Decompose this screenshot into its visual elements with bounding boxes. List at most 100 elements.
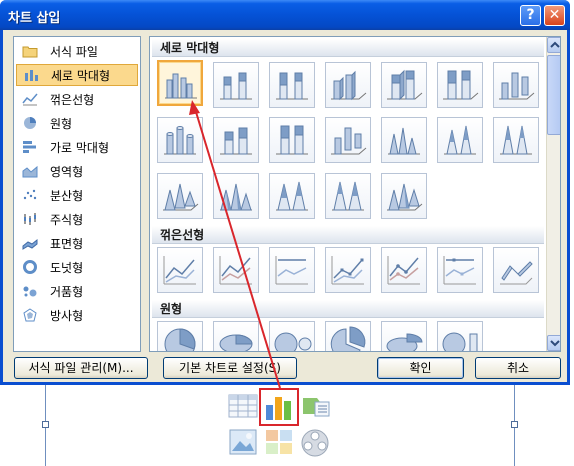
chart-thumb-3d-column[interactable] <box>493 62 539 108</box>
chart-thumb-100-stacked-line-markers[interactable] <box>437 247 483 293</box>
category-item-scatter[interactable]: 분산형 <box>16 184 138 206</box>
chart-thumb-3d-stacked-column[interactable] <box>381 62 427 108</box>
chart-thumb-stacked-column[interactable] <box>213 62 259 108</box>
pie-chart-icon <box>24 117 36 129</box>
chart-subtype-gallery: 세로 막대형 꺾은선형 원형 <box>149 36 561 352</box>
pyramid-chart-icon <box>220 183 252 211</box>
stacked-line-icon <box>219 256 252 285</box>
stacked-cone-icon <box>444 125 476 155</box>
section-header-line: 꺾은선형 <box>152 226 544 244</box>
category-item-area[interactable]: 영역형 <box>16 160 138 182</box>
help-button[interactable]: ? <box>520 5 541 26</box>
chart-thumb-stacked-pyramid[interactable] <box>269 173 315 219</box>
line-chart-icon <box>22 93 38 106</box>
chart-category-list: 서식 파일 세로 막대형 꺾은선형 원형 가로 막대형 영역형 분산형 주식형 <box>13 36 141 352</box>
category-item-line[interactable]: 꺾은선형 <box>16 88 138 110</box>
line-icon <box>163 256 196 285</box>
category-item-bubble[interactable]: 거품형 <box>16 280 138 302</box>
category-item-radar[interactable]: 방사형 <box>16 304 138 326</box>
resize-handle[interactable] <box>42 421 49 428</box>
chart-thumb-3d-line[interactable] <box>493 247 539 293</box>
insert-chart-dialog: 차트 삽입 ? ✕ 서식 파일 세로 막대형 꺾은선형 원형 가로 막대형 영역… <box>0 0 570 385</box>
chart-thumb-pie[interactable] <box>157 321 203 351</box>
picture-icon[interactable] <box>229 429 257 455</box>
chart-thumb-clustered-cylinder[interactable] <box>157 117 203 163</box>
ok-button[interactable]: 확인 <box>377 357 464 379</box>
bar-chart-icon <box>23 141 36 153</box>
category-item-donut[interactable]: 도넛형 <box>16 256 138 278</box>
3d-clustered-column-icon <box>331 70 367 101</box>
chart-thumb-3d-pie[interactable] <box>213 321 259 351</box>
resize-handle[interactable] <box>511 421 518 428</box>
scroll-down-button[interactable] <box>547 335 560 351</box>
cylinder-chart-icon <box>164 126 196 155</box>
category-label: 표면형 <box>50 236 84 251</box>
section-header-pie: 원형 <box>152 300 544 318</box>
bubble-chart-icon <box>23 286 37 297</box>
chart-thumb-clustered-column[interactable] <box>157 60 203 106</box>
close-button[interactable]: ✕ <box>544 5 565 26</box>
dialog-title: 차트 삽입 <box>8 11 61 26</box>
chart-thumb-3d-100-stacked-column[interactable] <box>437 62 483 108</box>
percent-stacked-line-icon <box>275 256 308 285</box>
chart-thumb-3d-cone[interactable] <box>157 173 203 219</box>
chart-thumb-stacked-cylinder[interactable] <box>213 117 259 163</box>
chart-thumb-100-stacked-line[interactable] <box>269 247 315 293</box>
media-clip-icon[interactable] <box>300 428 330 458</box>
line-with-markers-icon <box>331 256 364 285</box>
chart-thumb-100-stacked-cylinder[interactable] <box>269 117 315 163</box>
category-label: 도넛형 <box>50 260 84 275</box>
percent-stacked-cone-icon <box>500 125 532 155</box>
chart-thumb-pie-of-pie[interactable] <box>269 321 315 351</box>
bar-of-pie-icon <box>442 332 478 351</box>
chart-thumb-3d-cylinder[interactable] <box>325 117 371 163</box>
chart-thumb-stacked-line[interactable] <box>213 247 259 293</box>
chart-thumb-3d-pyramid[interactable] <box>381 173 427 219</box>
radar-chart-icon <box>23 308 37 322</box>
chart-thumb-line-markers[interactable] <box>325 247 371 293</box>
percent-stacked-pyramid-icon <box>332 181 364 211</box>
clip-art-icon[interactable] <box>265 429 293 455</box>
category-label: 주식형 <box>50 212 84 227</box>
chart-thumb-100-stacked-column[interactable] <box>269 62 315 108</box>
category-item-surface[interactable]: 표면형 <box>16 232 138 254</box>
stacked-cylinder-icon <box>220 127 252 155</box>
chart-thumb-exploded-pie[interactable] <box>325 321 371 351</box>
chart-thumb-clustered-pyramid[interactable] <box>213 173 259 219</box>
smartart-icon[interactable] <box>301 394 331 420</box>
3d-cylinder-icon <box>331 127 367 155</box>
clustered-column-icon <box>165 73 197 99</box>
chart-thumb-100-stacked-cone[interactable] <box>493 117 539 163</box>
scroll-up-button[interactable] <box>547 37 560 53</box>
category-item-column[interactable]: 세로 막대형 <box>16 64 138 86</box>
cone-chart-icon <box>388 127 420 155</box>
set-default-chart-button[interactable]: 기본 차트로 설정(S) <box>163 357 297 379</box>
category-label: 세로 막대형 <box>51 68 111 83</box>
category-label: 가로 막대형 <box>50 140 110 155</box>
table-icon[interactable] <box>228 394 258 418</box>
chart-thumb-stacked-cone[interactable] <box>437 117 483 163</box>
scroll-thumb[interactable] <box>547 55 560 135</box>
percent-stacked-cylinder-icon <box>276 125 308 155</box>
category-item-pie[interactable]: 원형 <box>16 112 138 134</box>
gallery-scrollbar[interactable] <box>546 37 560 351</box>
manage-templates-button[interactable]: 서식 파일 관리(M)... <box>14 357 148 379</box>
category-label: 서식 파일 <box>50 44 98 59</box>
category-item-stock[interactable]: 주식형 <box>16 208 138 230</box>
chart-thumb-stacked-line-markers[interactable] <box>381 247 427 293</box>
cancel-button[interactable]: 취소 <box>475 357 561 379</box>
chart-thumb-bar-of-pie[interactable] <box>437 321 483 351</box>
category-item-templates[interactable]: 서식 파일 <box>16 40 138 62</box>
chart-thumb-100-stacked-pyramid[interactable] <box>325 173 371 219</box>
category-label: 꺾은선형 <box>50 92 95 107</box>
title-bar[interactable]: 차트 삽입 ? ✕ <box>0 0 570 30</box>
chart-thumb-3d-clustered-column[interactable] <box>325 62 371 108</box>
stacked-column-icon <box>220 72 252 100</box>
chart-thumb-line[interactable] <box>157 247 203 293</box>
category-item-bar[interactable]: 가로 막대형 <box>16 136 138 158</box>
chart-thumb-clustered-cone[interactable] <box>381 117 427 163</box>
pie-of-pie-icon <box>274 332 312 351</box>
chart-thumb-3d-exploded-pie[interactable] <box>381 321 427 351</box>
3d-line-icon <box>500 261 533 285</box>
section-header-column: 세로 막대형 <box>152 39 544 57</box>
